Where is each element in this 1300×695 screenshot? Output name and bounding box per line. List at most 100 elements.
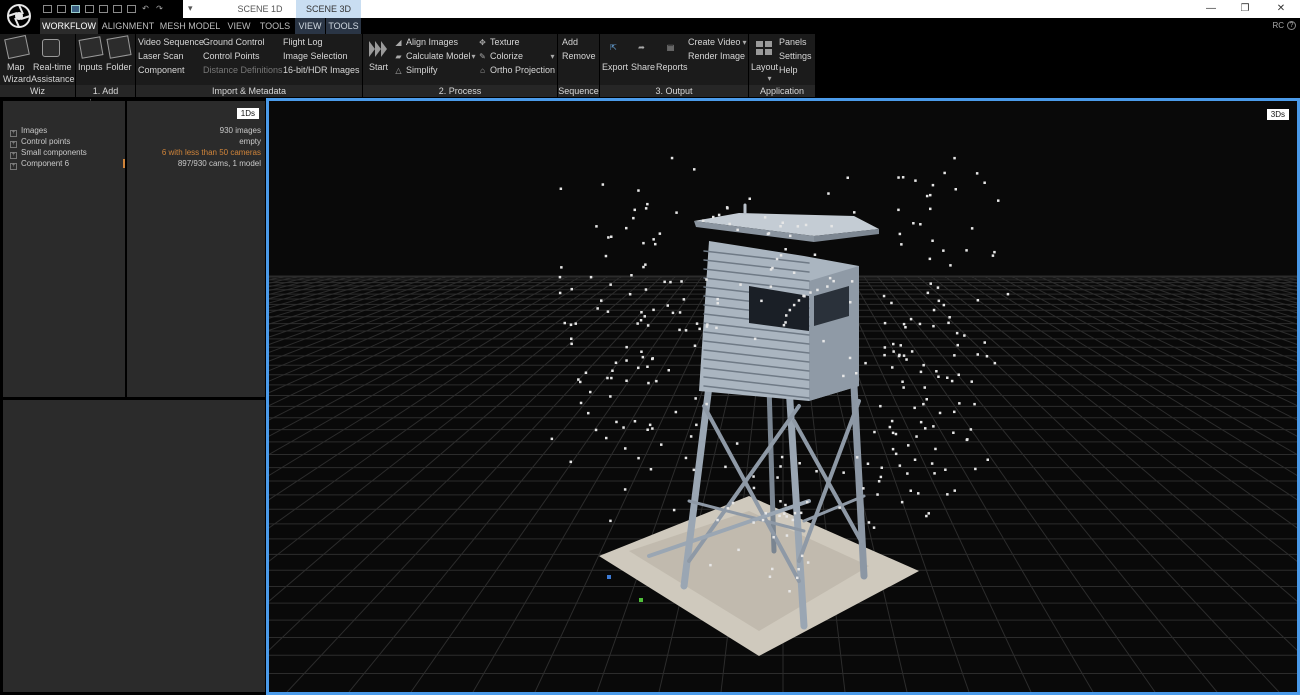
distance-definitions-button[interactable]: Distance Definitions [203,65,283,76]
simplify-icon: △ [395,66,402,75]
menu-scene-tools[interactable]: TOOLS [326,18,361,34]
redo-icon[interactable]: ↷ [155,4,164,13]
tab-scene-3d[interactable]: SCENE 3D [296,0,361,18]
menu-workflow[interactable]: WORKFLOW [40,18,98,34]
settings-button[interactable]: Settings [779,51,812,62]
help-icon[interactable]: ? [1287,21,1296,30]
colorize-dropdown-icon[interactable]: ▾ [548,52,557,61]
value-images: 930 images [219,126,261,135]
undo-icon[interactable]: ↶ [141,4,150,13]
layout-4-icon[interactable] [85,5,94,13]
ortho-projection-button[interactable]: Ortho Projection [490,65,555,76]
tree-item-images[interactable]: + Images [3,125,48,137]
image-selection-button[interactable]: Image Selection [283,51,348,62]
panel-1ds-tree: + Images + Control points + Small component… [3,101,125,397]
restore-button[interactable]: ❐ [1230,0,1260,18]
menu-view[interactable]: VIEW [224,18,254,34]
layout-button[interactable]: Layout [751,62,778,73]
tree-item-small-components[interactable]: + Small components [3,147,87,159]
tab-scene-1d[interactable]: SCENE 1D [215,0,305,18]
layout-dropdown-icon[interactable]: ▾ [765,74,774,83]
reports-button[interactable]: Reports [656,62,688,73]
laser-scan-button[interactable]: Laser Scan [138,51,184,62]
start-icon[interactable] [367,39,389,59]
panels-button[interactable]: Panels [779,37,807,48]
tree-item-label: Component 6 [21,159,70,168]
scene-3d-canvas[interactable] [269,101,1297,692]
qat-dropdown-icon[interactable]: ▾ [188,3,193,14]
sequence-add-button[interactable]: Add [562,37,578,48]
layout-icon[interactable] [756,41,772,55]
rc-label: RC [1272,21,1284,30]
menu-scene-view[interactable]: VIEW [295,18,325,34]
export-icon: ⇱ [610,43,617,52]
close-button[interactable]: ✕ [1266,0,1296,18]
component-button[interactable]: Component [138,65,185,76]
folder-button[interactable]: Folder [106,62,132,73]
help-button[interactable]: Help [779,65,798,76]
colorize-icon: ✎ [479,52,486,61]
share-icon: ➦ [638,43,645,52]
calculate-model-dropdown-icon[interactable]: ▾ [469,52,478,61]
realtime-assistance-icon[interactable] [42,39,60,57]
reports-icon: ▤ [666,43,675,52]
badge-3ds[interactable]: 3Ds [1266,109,1289,120]
aperture-logo-icon [7,4,31,28]
ribbon-group-bar: Wiz 1. Add imagery Import & Metadata 2. … [0,85,815,108]
group-add-imagery: 1. Add imagery [76,85,135,108]
layout-3-icon[interactable] [71,5,80,13]
tree-item-control-points[interactable]: + Control points [3,136,70,148]
badge-1ds[interactable]: 1Ds [236,108,259,119]
group-sequence: Sequence [558,85,599,97]
map-wizard-icon[interactable] [4,34,30,60]
app-logo[interactable] [0,0,38,34]
layout-1-icon[interactable] [43,5,52,13]
minimize-button[interactable]: — [1196,0,1226,18]
layout-2-icon[interactable] [57,5,66,13]
tree-item-component-6[interactable]: + Component 6 [3,158,70,170]
map-wizard-label-1[interactable]: Map [7,62,25,73]
quick-access-toolbar: ↶ ↷ [38,0,183,18]
hdr-images-button[interactable]: 16-bit/HDR Images [283,65,360,76]
selected-camera-marker [607,575,611,579]
start-button[interactable]: Start [369,62,388,73]
texture-icon: ✥ [479,38,486,47]
layout-6-icon[interactable] [113,5,122,13]
calculate-model-button[interactable]: Calculate Model [406,51,471,62]
video-sequence-button[interactable]: Video Sequence [138,37,204,48]
menu-alignment[interactable]: ALIGNMENT [100,18,156,34]
inputs-button[interactable]: Inputs [78,62,103,73]
render-image-button[interactable]: Render Image [688,51,745,62]
menu-mesh-model[interactable]: MESH MODEL [159,18,221,34]
calculate-model-icon: ▰ [395,52,402,61]
folder-icon[interactable] [106,35,132,59]
inputs-icon[interactable] [78,36,104,59]
create-video-button[interactable]: Create Video [688,37,740,48]
origin-marker [639,598,643,602]
simplify-button[interactable]: Simplify [406,65,438,76]
sequence-remove-button[interactable]: Remove [562,51,596,62]
control-points-button[interactable]: Control Points [203,51,260,62]
group-output: 3. Output [600,85,748,97]
group-wiz: Wiz [0,85,75,97]
ground-control-button[interactable]: Ground Control [203,37,265,48]
layout-7-icon[interactable] [127,5,136,13]
tree-item-label: Images [21,126,48,135]
group-process: 2. Process [363,85,557,97]
group-application: Application [749,85,815,97]
export-button[interactable]: Export [602,62,628,73]
map-wizard-label-2[interactable]: Wizard [3,74,31,85]
value-small-components: 6 with less than 50 cameras [161,148,261,157]
share-button[interactable]: Share [631,62,655,73]
colorize-button[interactable]: Colorize [490,51,523,62]
realtime-label-1[interactable]: Real-time [33,62,72,73]
layout-5-icon[interactable] [99,5,108,13]
menu-tools[interactable]: TOOLS [257,18,293,34]
viewport-3d[interactable]: 3Ds [266,98,1300,695]
realtime-label-2[interactable]: Assistance [31,74,75,85]
menu-bar: WORKFLOW ALIGNMENT MESH MODEL VIEW TOOLS… [38,18,1300,34]
texture-button[interactable]: Texture [490,37,520,48]
expand-icon[interactable]: + [10,163,17,170]
flight-log-button[interactable]: Flight Log [283,37,323,48]
align-images-button[interactable]: Align Images [406,37,458,48]
